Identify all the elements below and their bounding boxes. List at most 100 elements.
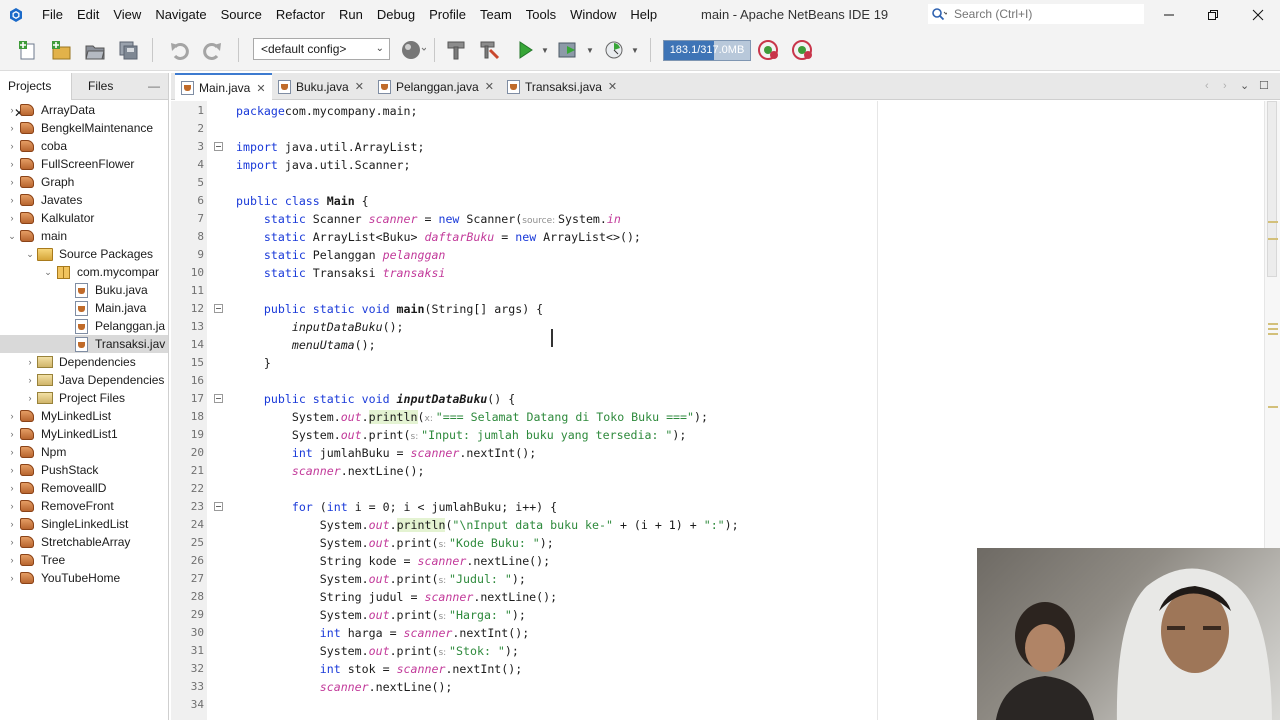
- close-tab-icon[interactable]: ✕: [355, 80, 364, 93]
- menu-debug[interactable]: Debug: [370, 0, 422, 29]
- fold-toggle-icon[interactable]: [214, 304, 223, 313]
- menu-refactor[interactable]: Refactor: [269, 0, 332, 29]
- tree-item-com-mycompar[interactable]: ⌄ com.mycompar: [0, 263, 168, 281]
- chevron-right-icon[interactable]: ›: [24, 375, 36, 385]
- menu-tools[interactable]: Tools: [519, 0, 563, 29]
- tree-item-stretchablearray[interactable]: › StretchableArray: [0, 533, 168, 551]
- profiler-snapshot-icon[interactable]: [789, 37, 815, 63]
- stripe-mark[interactable]: [1268, 221, 1278, 223]
- profile-icon[interactable]: [601, 37, 627, 63]
- tab-projects[interactable]: Projects ✕: [0, 73, 72, 120]
- tree-item-mylinkedlist1[interactable]: › MyLinkedList1: [0, 425, 168, 443]
- clean-build-icon[interactable]: [476, 37, 502, 63]
- tree-item-tree[interactable]: › Tree: [0, 551, 168, 569]
- tree-item-dependencies[interactable]: › Dependencies: [0, 353, 168, 371]
- chevron-right-icon[interactable]: ›: [6, 447, 18, 457]
- tree-item-graph[interactable]: › Graph: [0, 173, 168, 191]
- tab-main-java[interactable]: Main.java ✕: [175, 73, 272, 101]
- chevron-right-icon[interactable]: ›: [6, 537, 18, 547]
- tree-item-source-packages[interactable]: ⌄ Source Packages: [0, 245, 168, 263]
- undo-icon[interactable]: [166, 37, 192, 63]
- new-file-icon[interactable]: [15, 37, 41, 63]
- tree-item-kalkulator[interactable]: › Kalkulator: [0, 209, 168, 227]
- gc-icon[interactable]: [755, 37, 781, 63]
- stripe-mark[interactable]: [1268, 406, 1278, 408]
- chevron-right-icon[interactable]: ›: [24, 357, 36, 367]
- menu-navigate[interactable]: Navigate: [148, 0, 213, 29]
- fold-toggle-icon[interactable]: [214, 394, 223, 403]
- run-dropdown-icon[interactable]: ▼: [541, 46, 549, 55]
- tree-item-removealld[interactable]: › RemoveallD: [0, 479, 168, 497]
- tree-item-project-files[interactable]: › Project Files: [0, 389, 168, 407]
- tab-list-dropdown-icon[interactable]: ⌄: [1240, 73, 1249, 100]
- stripe-mark[interactable]: [1268, 323, 1278, 325]
- tree-item-npm[interactable]: › Npm: [0, 443, 168, 461]
- tree-item-arraydata[interactable]: › ArrayData: [0, 101, 168, 119]
- menu-window[interactable]: Window: [563, 0, 623, 29]
- menu-file[interactable]: File: [35, 0, 70, 29]
- debug-dropdown-icon[interactable]: ▼: [586, 46, 594, 55]
- tree-item-mylinkedlist[interactable]: › MyLinkedList: [0, 407, 168, 425]
- minimize-button[interactable]: [1147, 0, 1191, 29]
- search-box[interactable]: [928, 4, 1144, 24]
- open-project-icon[interactable]: [82, 37, 108, 63]
- chevron-right-icon[interactable]: ›: [6, 195, 18, 205]
- chevron-down-icon[interactable]: ⌄: [42, 267, 54, 278]
- chevron-right-icon[interactable]: ›: [6, 573, 18, 583]
- tree-item-bengkelmaintenance[interactable]: › BengkelMaintenance: [0, 119, 168, 137]
- tree-item-removefront[interactable]: › RemoveFront: [0, 497, 168, 515]
- fold-toggle-icon[interactable]: [214, 142, 223, 151]
- new-project-icon[interactable]: [48, 37, 74, 63]
- chevron-right-icon[interactable]: ›: [6, 465, 18, 475]
- chevron-right-icon[interactable]: ›: [6, 105, 18, 115]
- chevron-right-icon[interactable]: ›: [6, 177, 18, 187]
- stripe-mark[interactable]: [1268, 238, 1278, 240]
- chevron-down-icon[interactable]: ⌄: [6, 231, 18, 242]
- redo-icon[interactable]: [200, 37, 226, 63]
- tab-files[interactable]: Files: [80, 73, 121, 100]
- menu-run[interactable]: Run: [332, 0, 370, 29]
- fold-toggle-icon[interactable]: [214, 502, 223, 511]
- minimize-panel-icon[interactable]: —: [140, 73, 168, 100]
- menu-help[interactable]: Help: [623, 0, 664, 29]
- tree-item-java-dependencies[interactable]: › Java Dependencies: [0, 371, 168, 389]
- tree-item-fullscreenflower[interactable]: › FullScreenFlower: [0, 155, 168, 173]
- chevron-right-icon[interactable]: ›: [6, 483, 18, 493]
- tree-item-buku-java[interactable]: Buku.java: [0, 281, 168, 299]
- close-tab-icon[interactable]: ✕: [485, 80, 494, 93]
- chevron-right-icon[interactable]: ›: [1223, 73, 1227, 100]
- tab-transaksi-java[interactable]: Transaksi.java ✕: [501, 73, 623, 100]
- chevron-right-icon[interactable]: ›: [6, 159, 18, 169]
- close-window-button[interactable]: [1236, 0, 1280, 29]
- menu-view[interactable]: View: [106, 0, 148, 29]
- tree-item-javates[interactable]: › Javates: [0, 191, 168, 209]
- maximize-button[interactable]: [1191, 0, 1235, 29]
- close-tab-icon[interactable]: ✕: [256, 82, 265, 95]
- config-dropdown[interactable]: <default config> ⌄: [253, 38, 390, 60]
- run-icon[interactable]: [512, 37, 538, 63]
- chevron-right-icon[interactable]: ›: [6, 429, 18, 439]
- tree-item-youtubehome[interactable]: › YouTubeHome: [0, 569, 168, 587]
- close-tab-icon[interactable]: ✕: [608, 80, 617, 93]
- chevron-right-icon[interactable]: ›: [6, 123, 18, 133]
- memory-indicator[interactable]: 183.1/317.0MB: [663, 40, 751, 61]
- menu-team[interactable]: Team: [473, 0, 519, 29]
- tree-item-main[interactable]: ⌄ main: [0, 227, 168, 245]
- stripe-mark[interactable]: [1268, 328, 1278, 330]
- tree-item-pelanggan-ja[interactable]: Pelanggan.ja: [0, 317, 168, 335]
- chevron-left-icon[interactable]: ‹: [1205, 73, 1209, 100]
- chevron-right-icon[interactable]: ›: [6, 555, 18, 565]
- tree-item-coba[interactable]: › coba: [0, 137, 168, 155]
- menu-edit[interactable]: Edit: [70, 0, 106, 29]
- maximize-editor-icon[interactable]: ☐: [1259, 73, 1269, 100]
- tab-pelanggan-java[interactable]: Pelanggan.java ✕: [372, 73, 500, 100]
- tree-item-pushstack[interactable]: › PushStack: [0, 461, 168, 479]
- menu-source[interactable]: Source: [214, 0, 269, 29]
- scrollbar-thumb[interactable]: [1267, 101, 1277, 277]
- chevron-right-icon[interactable]: ›: [6, 411, 18, 421]
- stripe-mark[interactable]: [1268, 333, 1278, 335]
- chevron-right-icon[interactable]: ›: [6, 213, 18, 223]
- debug-icon[interactable]: [556, 37, 582, 63]
- project-config-icon[interactable]: [400, 37, 426, 63]
- chevron-right-icon[interactable]: ›: [6, 141, 18, 151]
